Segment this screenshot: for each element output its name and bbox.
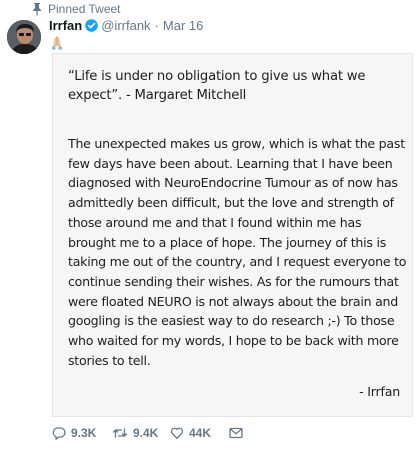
retweet-button[interactable]: 9.4K [112, 426, 170, 440]
heart-icon [170, 426, 184, 440]
retweet-count: 9.4K [133, 426, 159, 440]
like-count: 44K [189, 426, 212, 440]
pinned-indicator: Pinned Tweet [32, 2, 121, 16]
reply-count: 9.3K [71, 426, 97, 440]
tweet-header: Irrfan @irrfank · Mar 16 [49, 18, 203, 33]
reply-icon [52, 426, 66, 440]
pinned-label: Pinned Tweet [48, 2, 121, 16]
separator-dot: · [154, 18, 159, 33]
tweet[interactable]: Pinned Tweet Irrfan @irrfank · Mar 16 “L… [0, 0, 417, 450]
statement-text: The unexpected makes us grow, which is w… [68, 136, 407, 368]
quote-text: “Life is under no obligation to give us … [68, 69, 366, 103]
pushpin-icon [32, 2, 42, 16]
verified-badge-icon [85, 19, 99, 32]
avatar[interactable] [7, 20, 41, 54]
tweet-actions: 9.3K 9.4K 44K [52, 426, 243, 440]
tweet-date[interactable]: Mar 16 [163, 18, 203, 33]
like-button[interactable]: 44K [170, 426, 229, 440]
direct-message-button[interactable] [229, 427, 243, 439]
tweet-image-card[interactable]: “Life is under no obligation to give us … [52, 53, 413, 417]
author-name[interactable]: Irrfan [49, 18, 82, 33]
folded-hands-emoji [50, 35, 64, 50]
signature-text: - Irrfan [359, 384, 400, 399]
author-handle[interactable]: @irrfank [101, 18, 150, 33]
envelope-icon [229, 427, 243, 439]
reply-button[interactable]: 9.3K [52, 426, 112, 440]
retweet-icon [112, 426, 128, 440]
